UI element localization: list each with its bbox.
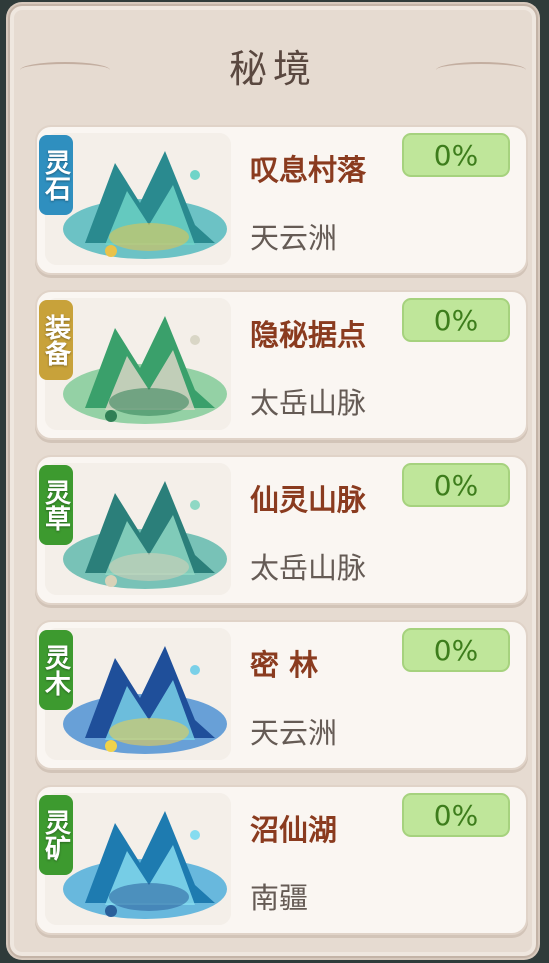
realm-card[interactable]: 灵石 叹息村落天云洲 0% [35, 125, 528, 275]
realm-panel: 秘境 灵石 叹息村落 天云洲 0% 装备 隐秘据点 太岳山脉 0% 灵草 仙灵山脉 太岳山脉 0% 灵木… [8, 4, 538, 958]
realm-region: 太岳山脉 [250, 386, 367, 420]
title-bar: 秘境 [10, 6, 536, 114]
realm-progress: 0% [402, 133, 510, 177]
realm-tag-badge: 灵石 [39, 135, 73, 215]
realm-card[interactable]: 灵草 仙灵山脉太岳山脉 0% [35, 455, 528, 605]
realm-name: 仙灵山脉 [250, 483, 367, 517]
realm-progress: 0% [402, 463, 510, 507]
realm-list: 灵石 叹息村落 天云洲 0% 装备 隐秘据点 太岳山脉 0% 灵草 仙灵山脉 太岳山脉 0% 灵木密 林… [35, 125, 528, 950]
realm-name: 密 林 [250, 648, 319, 682]
realm-region: 太岳山脉 [250, 551, 367, 585]
realm-region: 天云洲 [250, 716, 338, 750]
realm-name: 沼仙湖 [250, 813, 338, 847]
page-title: 秘境 [228, 47, 317, 91]
realm-name: 叹息村落 [250, 153, 367, 187]
realm-region: 天云洲 [250, 221, 338, 255]
realm-tag-badge: 灵木 [39, 630, 73, 710]
realm-progress: 0% [402, 298, 510, 342]
realm-progress: 0% [402, 628, 510, 672]
realm-tag-badge: 灵矿 [39, 795, 73, 875]
realm-progress: 0% [402, 793, 510, 837]
realm-card[interactable]: 灵矿 沼仙湖南疆 0% [35, 785, 528, 935]
realm-card[interactable]: 灵木 密 林天云洲 0% [35, 620, 528, 770]
realm-tag-badge: 灵草 [39, 465, 73, 545]
realm-region: 南疆 [250, 881, 309, 915]
realm-tag-badge: 装备 [39, 300, 73, 380]
realm-name: 隐秘据点 [250, 318, 367, 352]
realm-card[interactable]: 装备 隐秘据点太岳山脉 0% [35, 290, 528, 440]
